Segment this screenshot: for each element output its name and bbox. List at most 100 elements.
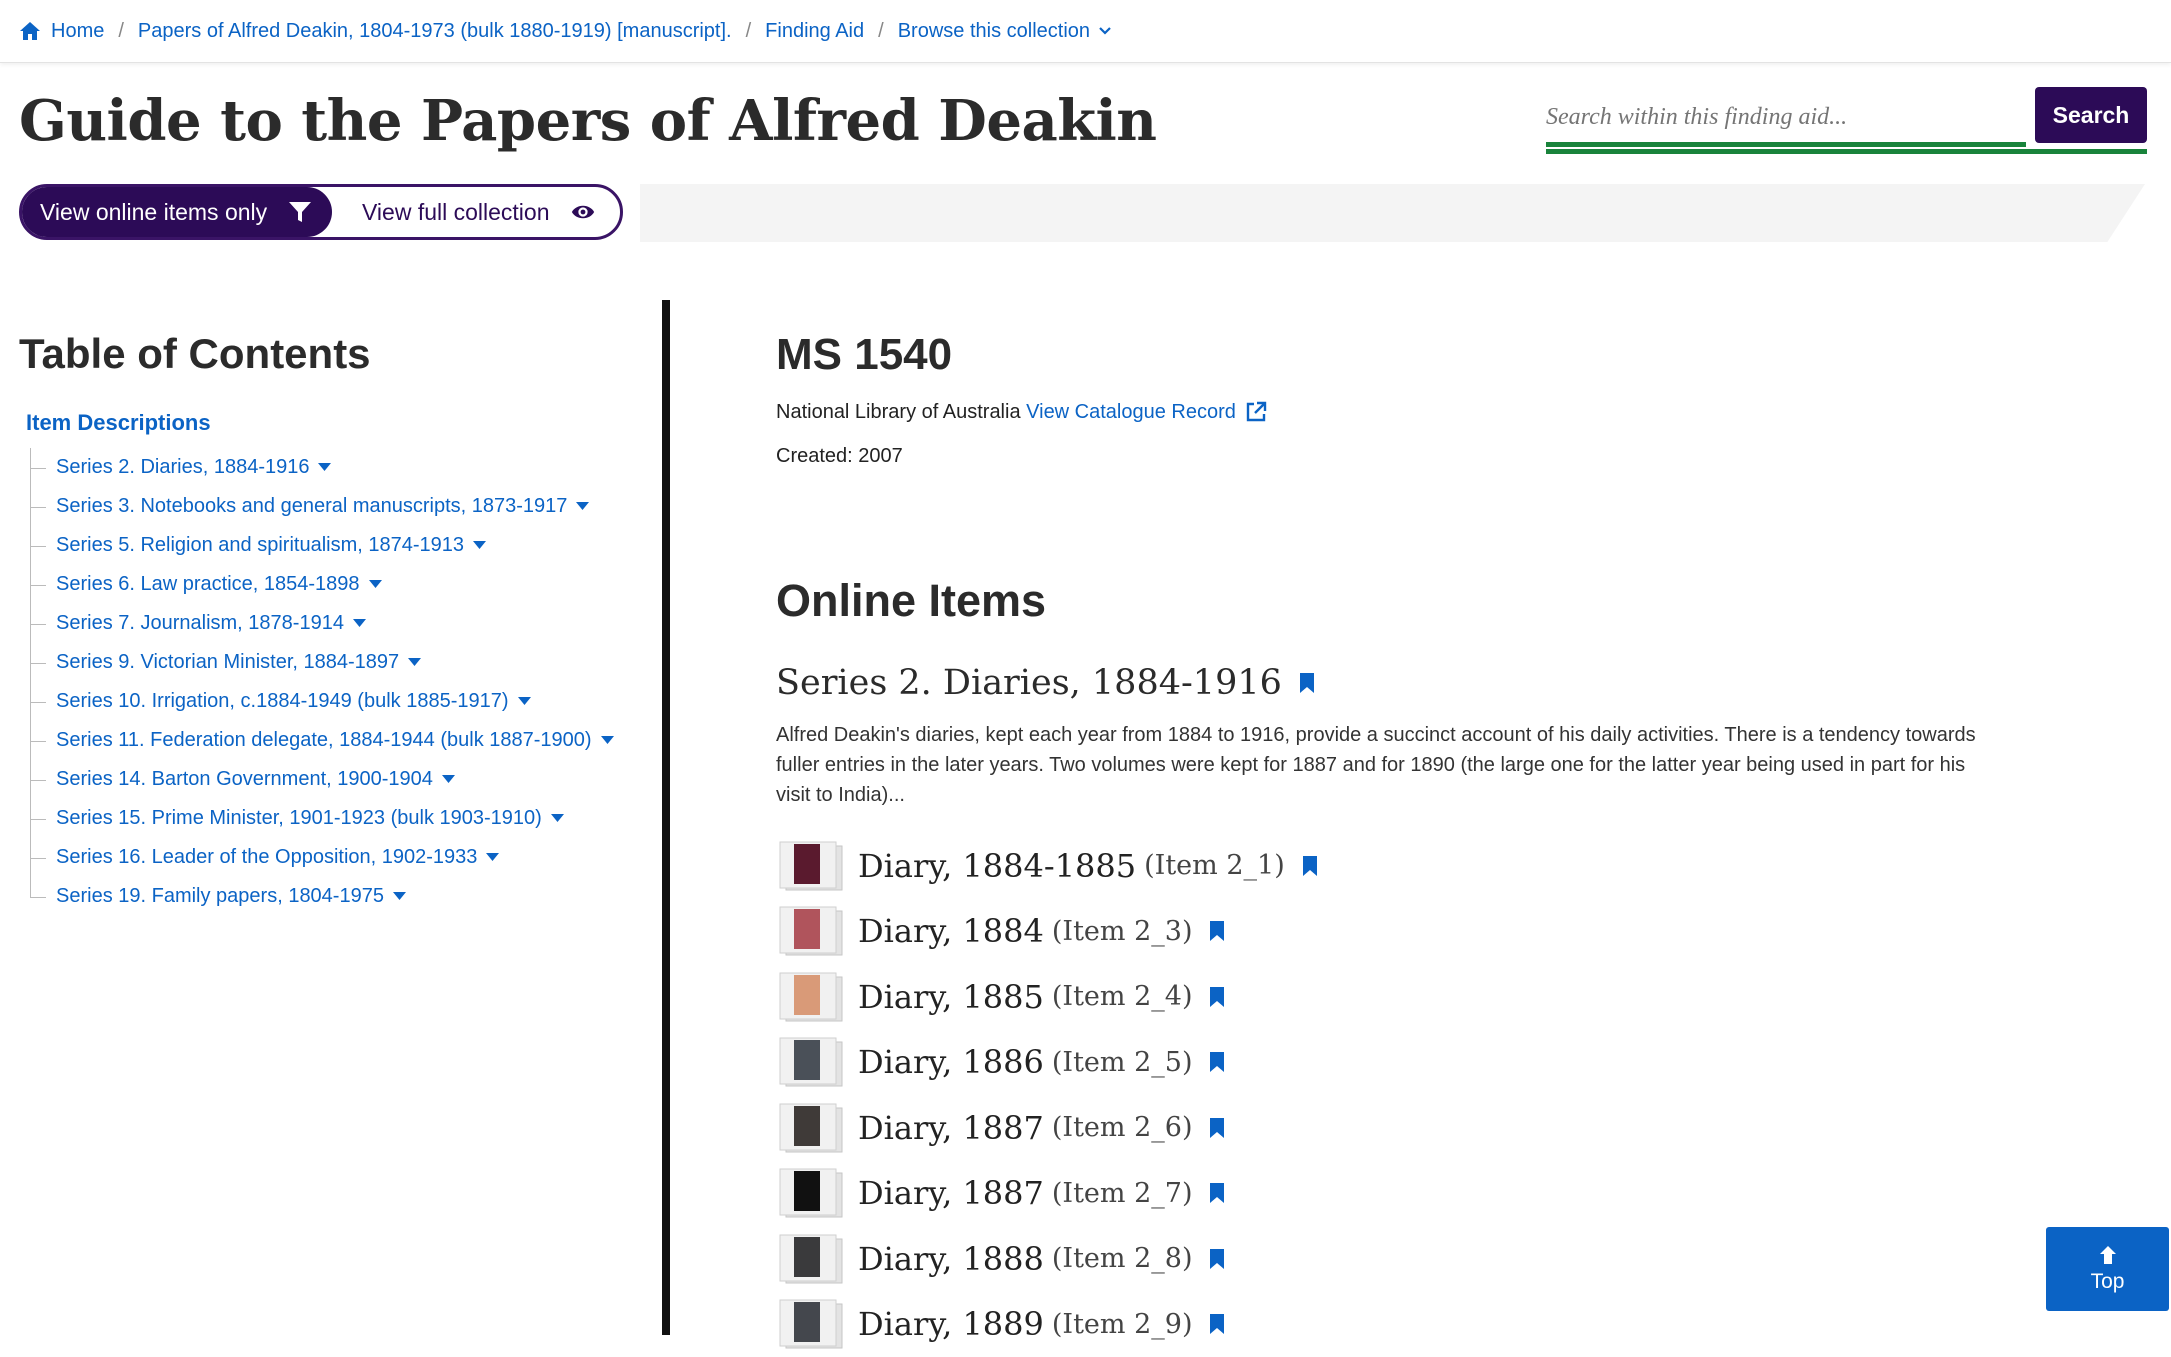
toc-item-label: Series 2. Diaries, 1884-1916: [56, 456, 309, 479]
caret-down-icon[interactable]: [551, 814, 564, 823]
caret-down-icon[interactable]: [408, 658, 421, 667]
item-ref: (Item 2_5): [1052, 1047, 1193, 1078]
diary-thumbnail[interactable]: [776, 1233, 846, 1285]
toc-item[interactable]: Series 2. Diaries, 1884-1916: [30, 448, 630, 487]
breadcrumb-home[interactable]: Home: [19, 20, 104, 43]
diary-thumbnail[interactable]: [776, 971, 846, 1023]
list-item[interactable]: Diary, 1884 (Item 2_3): [776, 899, 1776, 965]
diary-thumbnail[interactable]: [776, 1167, 846, 1219]
caret-down-icon[interactable]: [442, 775, 455, 784]
breadcrumb-separator: /: [746, 20, 752, 43]
caret-down-icon[interactable]: [518, 697, 531, 706]
toc-item[interactable]: Series 19. Family papers, 1804-1975: [30, 877, 630, 916]
diary-cover: [794, 1237, 820, 1277]
caret-down-icon[interactable]: [318, 463, 331, 472]
bookmark-icon[interactable]: [1210, 1314, 1224, 1334]
diary-cover: [794, 975, 820, 1015]
list-item[interactable]: Diary, 1887 (Item 2_7): [776, 1161, 1776, 1227]
toc-item[interactable]: Series 15. Prime Minister, 1901-1923 (bu…: [30, 799, 630, 838]
breadcrumb: Home / Papers of Alfred Deakin, 1804-197…: [0, 20, 1112, 43]
breadcrumb-home-label: Home: [51, 20, 104, 43]
external-link-icon[interactable]: [1244, 400, 1268, 424]
item-title[interactable]: Diary, 1885: [858, 978, 1044, 1016]
item-ref: (Item 2_6): [1052, 1112, 1193, 1143]
breadcrumb-browse-label: Browse this collection: [898, 20, 1090, 43]
bookmark-icon[interactable]: [1210, 987, 1224, 1007]
diary-cover: [794, 844, 820, 884]
breadcrumb-finding-aid[interactable]: Finding Aid: [765, 20, 864, 43]
toc-root-item-descriptions[interactable]: Item Descriptions: [26, 410, 211, 436]
diary-cover: [794, 1302, 820, 1342]
diary-cover: [794, 1171, 820, 1211]
bookmark-icon[interactable]: [1210, 1183, 1224, 1203]
breadcrumb-collection[interactable]: Papers of Alfred Deakin, 1804-1973 (bulk…: [138, 20, 732, 43]
toc-title: Table of Contents: [19, 330, 371, 378]
view-catalogue-record-link[interactable]: View Catalogue Record: [1026, 401, 1236, 424]
diary-thumbnail[interactable]: [776, 1036, 846, 1088]
list-item[interactable]: Diary, 1886 (Item 2_5): [776, 1030, 1776, 1096]
view-full-label: View full collection: [362, 199, 550, 226]
view-full-collection-button[interactable]: View full collection: [332, 187, 620, 237]
toc-item[interactable]: Series 16. Leader of the Opposition, 190…: [30, 838, 630, 877]
toc-item-label: Series 14. Barton Government, 1900-1904: [56, 768, 433, 791]
toc-item-label: Series 7. Journalism, 1878-1914: [56, 612, 344, 635]
caret-down-icon[interactable]: [369, 580, 382, 589]
item-ref: (Item 2_1): [1144, 850, 1285, 881]
bookmark-icon[interactable]: [1210, 1118, 1224, 1138]
diary-thumbnail[interactable]: [776, 1298, 846, 1350]
diary-thumbnail[interactable]: [776, 840, 846, 892]
bookmark-icon[interactable]: [1210, 921, 1224, 941]
toc-item[interactable]: Series 3. Notebooks and general manuscri…: [30, 487, 630, 526]
toc-item-label: Series 3. Notebooks and general manuscri…: [56, 495, 567, 518]
view-online-items-button[interactable]: View online items only: [22, 187, 332, 237]
caret-down-icon[interactable]: [601, 736, 614, 745]
toc-item-label: Series 6. Law practice, 1854-1898: [56, 573, 360, 596]
bookmark-icon[interactable]: [1210, 1249, 1224, 1269]
caret-down-icon[interactable]: [486, 853, 499, 862]
item-title[interactable]: Diary, 1889: [858, 1305, 1044, 1343]
diary-thumbnail[interactable]: [776, 905, 846, 957]
toc-item[interactable]: Series 6. Law practice, 1854-1898: [30, 565, 630, 604]
item-title[interactable]: Diary, 1886: [858, 1043, 1044, 1081]
list-item[interactable]: Diary, 1887 (Item 2_6): [776, 1095, 1776, 1161]
back-to-top-label: Top: [2091, 1270, 2125, 1294]
toc-item[interactable]: Series 14. Barton Government, 1900-1904: [30, 760, 630, 799]
diary-cover: [794, 909, 820, 949]
diary-thumbnail[interactable]: [776, 1102, 846, 1154]
toc-item-label: Series 5. Religion and spiritualism, 187…: [56, 534, 464, 557]
bookmark-icon[interactable]: [1303, 856, 1317, 876]
item-title[interactable]: Diary, 1887: [858, 1174, 1044, 1212]
online-items-list: Diary, 1884-1885 (Item 2_1) Diary, 1884 …: [776, 833, 1776, 1357]
online-items-heading: Online Items: [776, 575, 1046, 627]
list-item[interactable]: Diary, 1885 (Item 2_4): [776, 964, 1776, 1030]
back-to-top-button[interactable]: Top: [2046, 1227, 2169, 1311]
item-title[interactable]: Diary, 1888: [858, 1240, 1044, 1278]
item-title[interactable]: Diary, 1884-1885: [858, 847, 1136, 885]
toc-item[interactable]: Series 5. Religion and spiritualism, 187…: [30, 526, 630, 565]
bookmark-icon[interactable]: [1300, 673, 1314, 693]
list-item[interactable]: Diary, 1888 (Item 2_8): [776, 1226, 1776, 1292]
toc-item-label: Series 16. Leader of the Opposition, 190…: [56, 846, 477, 869]
list-item[interactable]: Diary, 1889 (Item 2_9): [776, 1292, 1776, 1357]
breadcrumb-browse-dropdown[interactable]: Browse this collection: [898, 20, 1112, 43]
item-ref: (Item 2_8): [1052, 1243, 1193, 1274]
search-button[interactable]: Search: [2035, 87, 2147, 143]
caret-down-icon[interactable]: [353, 619, 366, 628]
library-line: National Library of Australia View Catal…: [776, 400, 1268, 424]
diary-cover: [794, 1106, 820, 1146]
caret-down-icon[interactable]: [576, 502, 589, 511]
item-title[interactable]: Diary, 1887: [858, 1109, 1044, 1147]
caret-down-icon[interactable]: [473, 541, 486, 550]
item-title[interactable]: Diary, 1884: [858, 912, 1044, 950]
toc-item[interactable]: Series 10. Irrigation, c.1884-1949 (bulk…: [30, 682, 630, 721]
caret-down-icon[interactable]: [393, 892, 406, 901]
search-input[interactable]: [1546, 92, 2026, 147]
toc-item[interactable]: Series 7. Journalism, 1878-1914: [30, 604, 630, 643]
toc-item[interactable]: Series 9. Victorian Minister, 1884-1897: [30, 643, 630, 682]
bookmark-icon[interactable]: [1210, 1052, 1224, 1072]
chevron-down-icon: [1098, 26, 1112, 36]
search-underline: [1546, 149, 2147, 154]
list-item[interactable]: Diary, 1884-1885 (Item 2_1): [776, 833, 1776, 899]
toc-item[interactable]: Series 11. Federation delegate, 1884-194…: [30, 721, 630, 760]
diary-cover: [794, 1040, 820, 1080]
